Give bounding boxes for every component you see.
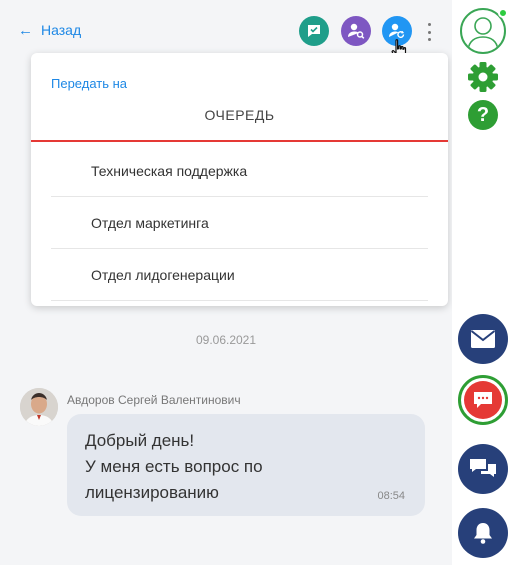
dropdown-title: Передать на (51, 76, 128, 91)
messages-button[interactable] (458, 444, 508, 494)
sender-name: Авдоров Сергей Валентинович (67, 393, 241, 407)
queue-item-tech-support[interactable]: Техническая поддержка (51, 145, 428, 197)
message-check-button[interactable] (299, 16, 329, 46)
message-text-line: лицензированию (85, 483, 219, 502)
sender-avatar (20, 388, 58, 426)
user-search-button[interactable] (341, 16, 371, 46)
notifications-button[interactable] (458, 508, 508, 558)
chat-panel: ← Назад Передать на ОЧЕРЕДЬ Техническая … (0, 0, 452, 565)
chat-icon (474, 392, 492, 408)
mail-icon (470, 330, 496, 348)
message-text-line: У меня есть вопрос по (85, 457, 263, 476)
gear-icon[interactable] (466, 60, 500, 94)
message-bubble: Добрый день! У меня есть вопрос по лицен… (67, 414, 425, 516)
queue-item-marketing[interactable]: Отдел маркетинга (51, 197, 428, 249)
more-vertical-icon[interactable] (421, 20, 437, 44)
help-icon[interactable]: ? (468, 100, 498, 130)
queue-item-lead-generation[interactable]: Отдел лидогенерации (51, 249, 428, 301)
arrow-left-icon: ← (18, 21, 33, 39)
date-separator: 09.06.2021 (195, 333, 257, 347)
user-search-icon (348, 23, 365, 39)
mail-button[interactable] (458, 314, 508, 364)
user-profile-icon (467, 17, 499, 51)
message-text-line: Добрый день! (85, 431, 195, 450)
chat-toolbar: ← Назад (0, 0, 452, 60)
messages-icon (470, 459, 496, 477)
right-rail: ? (452, 0, 513, 565)
transfer-dropdown: Передать на ОЧЕРЕДЬ Техническая поддержк… (31, 53, 448, 306)
tab-queue[interactable]: ОЧЕРЕДЬ (31, 107, 448, 123)
back-label: Назад (41, 22, 82, 38)
online-status-indicator (498, 8, 508, 18)
message-time: 08:54 (377, 490, 405, 502)
message-check-icon (308, 25, 320, 37)
chat-button[interactable] (458, 375, 508, 425)
tab-underline (31, 140, 448, 142)
back-button[interactable]: ← Назад (18, 22, 81, 38)
bell-icon (474, 523, 492, 544)
